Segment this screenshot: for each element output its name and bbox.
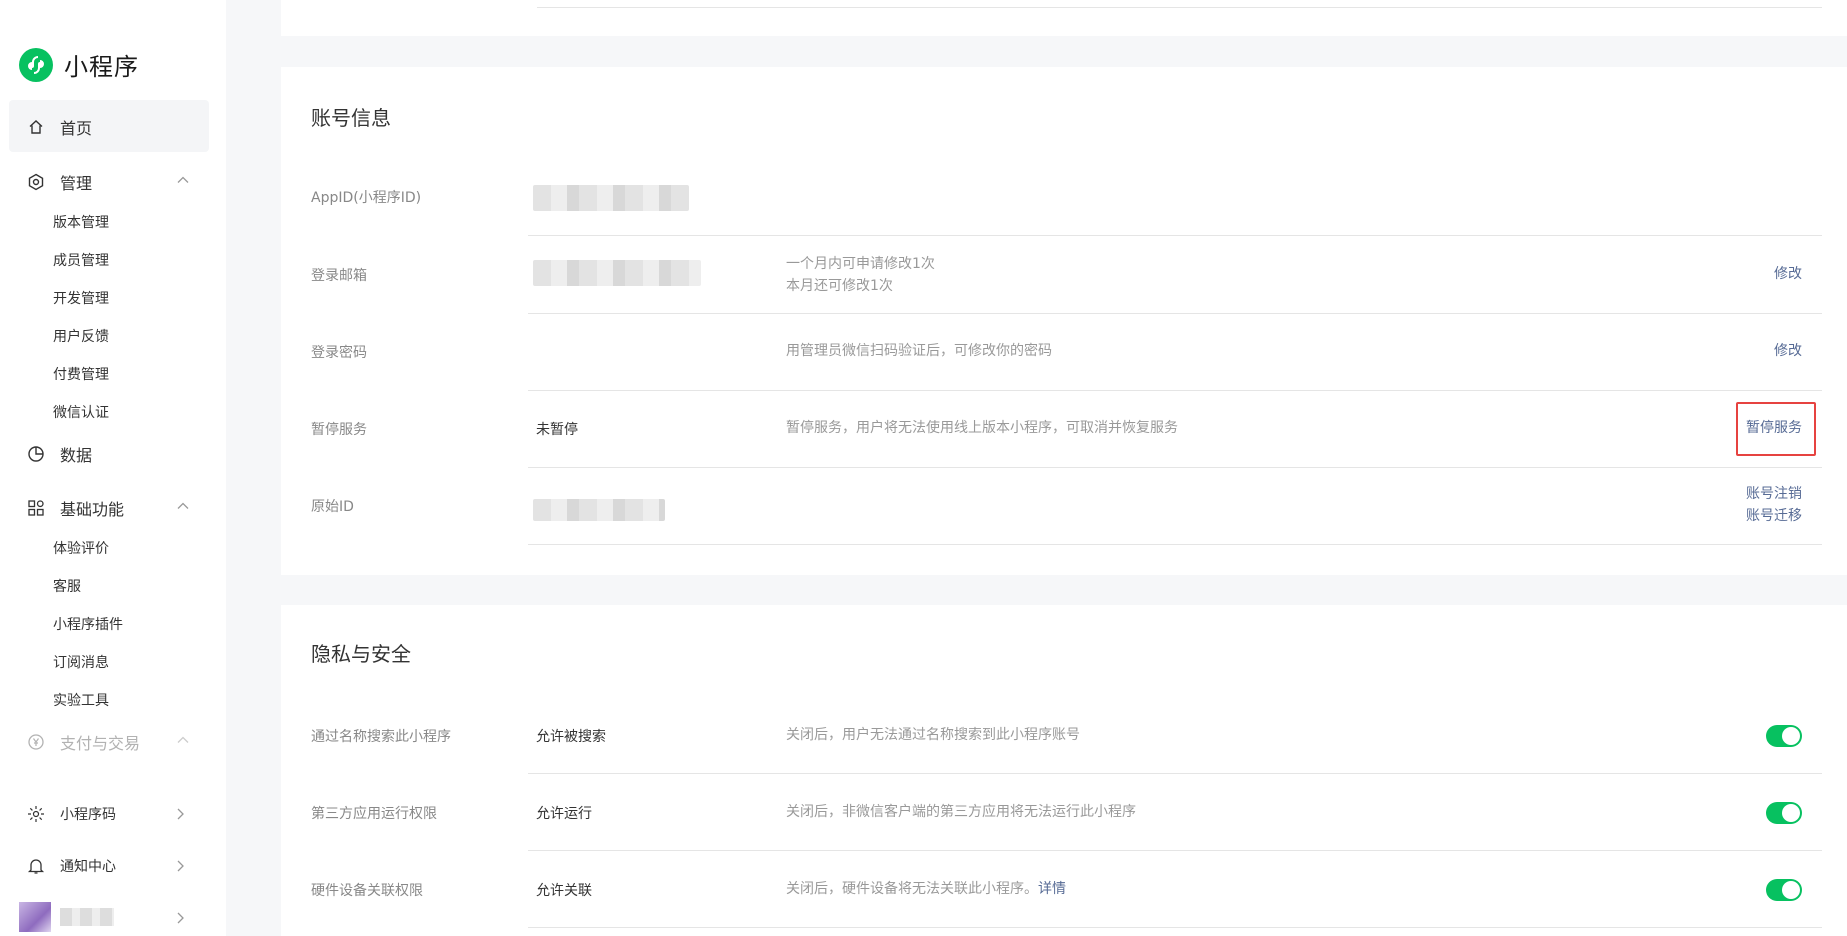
hexagon-settings-icon: [26, 172, 46, 192]
divider: [528, 235, 1822, 236]
search-permission-label: 通过名称搜索此小程序: [311, 729, 451, 745]
nav-qrcode-label: 小程序码: [60, 807, 116, 823]
account-info-title: 账号信息: [311, 106, 391, 130]
nav-sub-subscribe[interactable]: 订阅消息: [53, 652, 109, 672]
divider: [528, 544, 1822, 545]
hardware-value: 允许关联: [536, 883, 592, 899]
nav-item-qrcode[interactable]: 小程序码: [26, 804, 116, 824]
email-desc-line1: 一个月内可申请修改1次: [786, 256, 935, 272]
pie-chart-icon: [26, 444, 46, 464]
divider: [537, 7, 1822, 8]
divider: [528, 313, 1822, 314]
email-label: 登录邮箱: [311, 268, 367, 284]
modify-email-link[interactable]: 修改: [1774, 263, 1802, 285]
chevron-up-icon[interactable]: [176, 733, 190, 747]
search-permission-value: 允许被搜索: [536, 729, 606, 745]
divider: [528, 773, 1822, 774]
pause-service-desc: 暂停服务，用户将无法使用线上版本小程序，可取消并恢复服务: [786, 420, 1178, 436]
nav-sub-lab[interactable]: 实验工具: [53, 690, 109, 710]
nav-sub-feedback[interactable]: 用户反馈: [53, 326, 109, 346]
nav-home-row: 首页: [26, 115, 92, 139]
divider: [528, 467, 1822, 468]
nav-data-label: 数据: [60, 446, 93, 465]
nav-pay-label: 支付与交易: [60, 734, 141, 753]
appid-value-redacted: [533, 185, 689, 211]
pause-service-status: 未暂停: [536, 422, 578, 438]
nav-sub-version[interactable]: 版本管理: [53, 212, 109, 232]
migrate-account-link[interactable]: 账号迁移: [1746, 505, 1802, 527]
home-icon: [26, 117, 46, 137]
hardware-label: 硬件设备关联权限: [311, 883, 423, 899]
nav-notify-label: 通知中心: [60, 859, 116, 875]
privacy-security-card: 隐私与安全 通过名称搜索此小程序 允许被搜索 关闭后，用户无法通过名称搜索到此小…: [281, 605, 1847, 936]
divider: [528, 927, 1822, 928]
nav-sub-service[interactable]: 客服: [53, 576, 81, 596]
qrcode-sun-icon: [26, 804, 46, 824]
apps-grid-icon: [26, 498, 46, 518]
nav-sub-plugin[interactable]: 小程序插件: [53, 614, 123, 634]
nav-manage-label: 管理: [60, 174, 93, 193]
nav-home-label: 首页: [60, 119, 93, 138]
nav-item-home[interactable]: 首页: [9, 100, 209, 152]
email-value-redacted: [533, 260, 701, 286]
miniprogram-logo-icon: [19, 47, 53, 82]
pause-service-label: 暂停服务: [311, 422, 367, 438]
sidebar: 小程序 首页 管理 版本管理 成员管理 开发管理 用户反馈 付费管理 微信认证 …: [0, 0, 226, 936]
nav-sub-dev[interactable]: 开发管理: [53, 288, 109, 308]
avatar[interactable]: [19, 902, 51, 932]
appid-label: AppID(小程序ID): [311, 190, 422, 206]
hardware-details-link[interactable]: 详情: [1038, 881, 1066, 897]
divider: [528, 850, 1822, 851]
chevron-up-icon[interactable]: [176, 173, 190, 187]
email-desc: 一个月内可申请修改1次 本月还可修改1次: [786, 253, 935, 297]
search-permission-toggle[interactable]: [1766, 725, 1802, 747]
app-title: 小程序: [64, 53, 139, 81]
third-party-desc: 关闭后，非微信客户端的第三方应用将无法运行此小程序: [786, 804, 1136, 820]
nav-item-notify[interactable]: 通知中心: [26, 856, 116, 876]
account-info-card: 账号信息 AppID(小程序ID) 登录邮箱 一个月内可申请修改1次 本月还可修…: [281, 67, 1847, 575]
bell-icon: [26, 856, 46, 876]
chevron-right-icon[interactable]: [175, 807, 187, 821]
previous-card: [281, 0, 1847, 36]
third-party-label: 第三方应用运行权限: [311, 806, 437, 822]
search-permission-desc: 关闭后，用户无法通过名称搜索到此小程序账号: [786, 727, 1080, 743]
third-party-value: 允许运行: [536, 806, 592, 822]
chevron-right-icon[interactable]: [175, 911, 187, 925]
hardware-desc-text: 关闭后，硬件设备将无法关联此小程序。: [786, 881, 1038, 897]
hardware-desc: 关闭后，硬件设备将无法关联此小程序。详情: [786, 878, 1066, 900]
third-party-toggle[interactable]: [1766, 802, 1802, 824]
app-logo[interactable]: 小程序: [19, 47, 139, 82]
yen-circle-icon: [26, 732, 46, 752]
nav-item-manage[interactable]: 管理: [26, 170, 92, 194]
chevron-right-icon[interactable]: [175, 859, 187, 873]
pause-service-button[interactable]: 暂停服务: [1746, 417, 1802, 439]
nav-item-pay[interactable]: 支付与交易: [26, 730, 140, 754]
original-id-redacted: [533, 499, 665, 521]
original-id-label: 原始ID: [311, 499, 354, 515]
divider: [528, 390, 1822, 391]
password-label: 登录密码: [311, 345, 367, 361]
email-desc-line2: 本月还可修改1次: [786, 278, 893, 294]
modify-password-link[interactable]: 修改: [1774, 340, 1802, 362]
privacy-title: 隐私与安全: [311, 642, 411, 666]
hardware-toggle[interactable]: [1766, 879, 1802, 901]
password-desc: 用管理员微信扫码验证后，可修改你的密码: [786, 343, 1052, 359]
account-name-redacted: [60, 908, 114, 926]
nav-sub-members[interactable]: 成员管理: [53, 250, 109, 270]
nav-item-basic[interactable]: 基础功能: [26, 496, 124, 520]
chevron-up-icon[interactable]: [176, 499, 190, 513]
original-id-actions: 账号注销 账号迁移: [1746, 483, 1802, 527]
cancel-account-link[interactable]: 账号注销: [1746, 483, 1802, 505]
nav-item-data[interactable]: 数据: [26, 442, 92, 466]
nav-sub-verify[interactable]: 微信认证: [53, 402, 109, 422]
nav-basic-label: 基础功能: [60, 500, 125, 519]
nav-sub-payment[interactable]: 付费管理: [53, 364, 109, 384]
nav-sub-review[interactable]: 体验评价: [53, 538, 109, 558]
